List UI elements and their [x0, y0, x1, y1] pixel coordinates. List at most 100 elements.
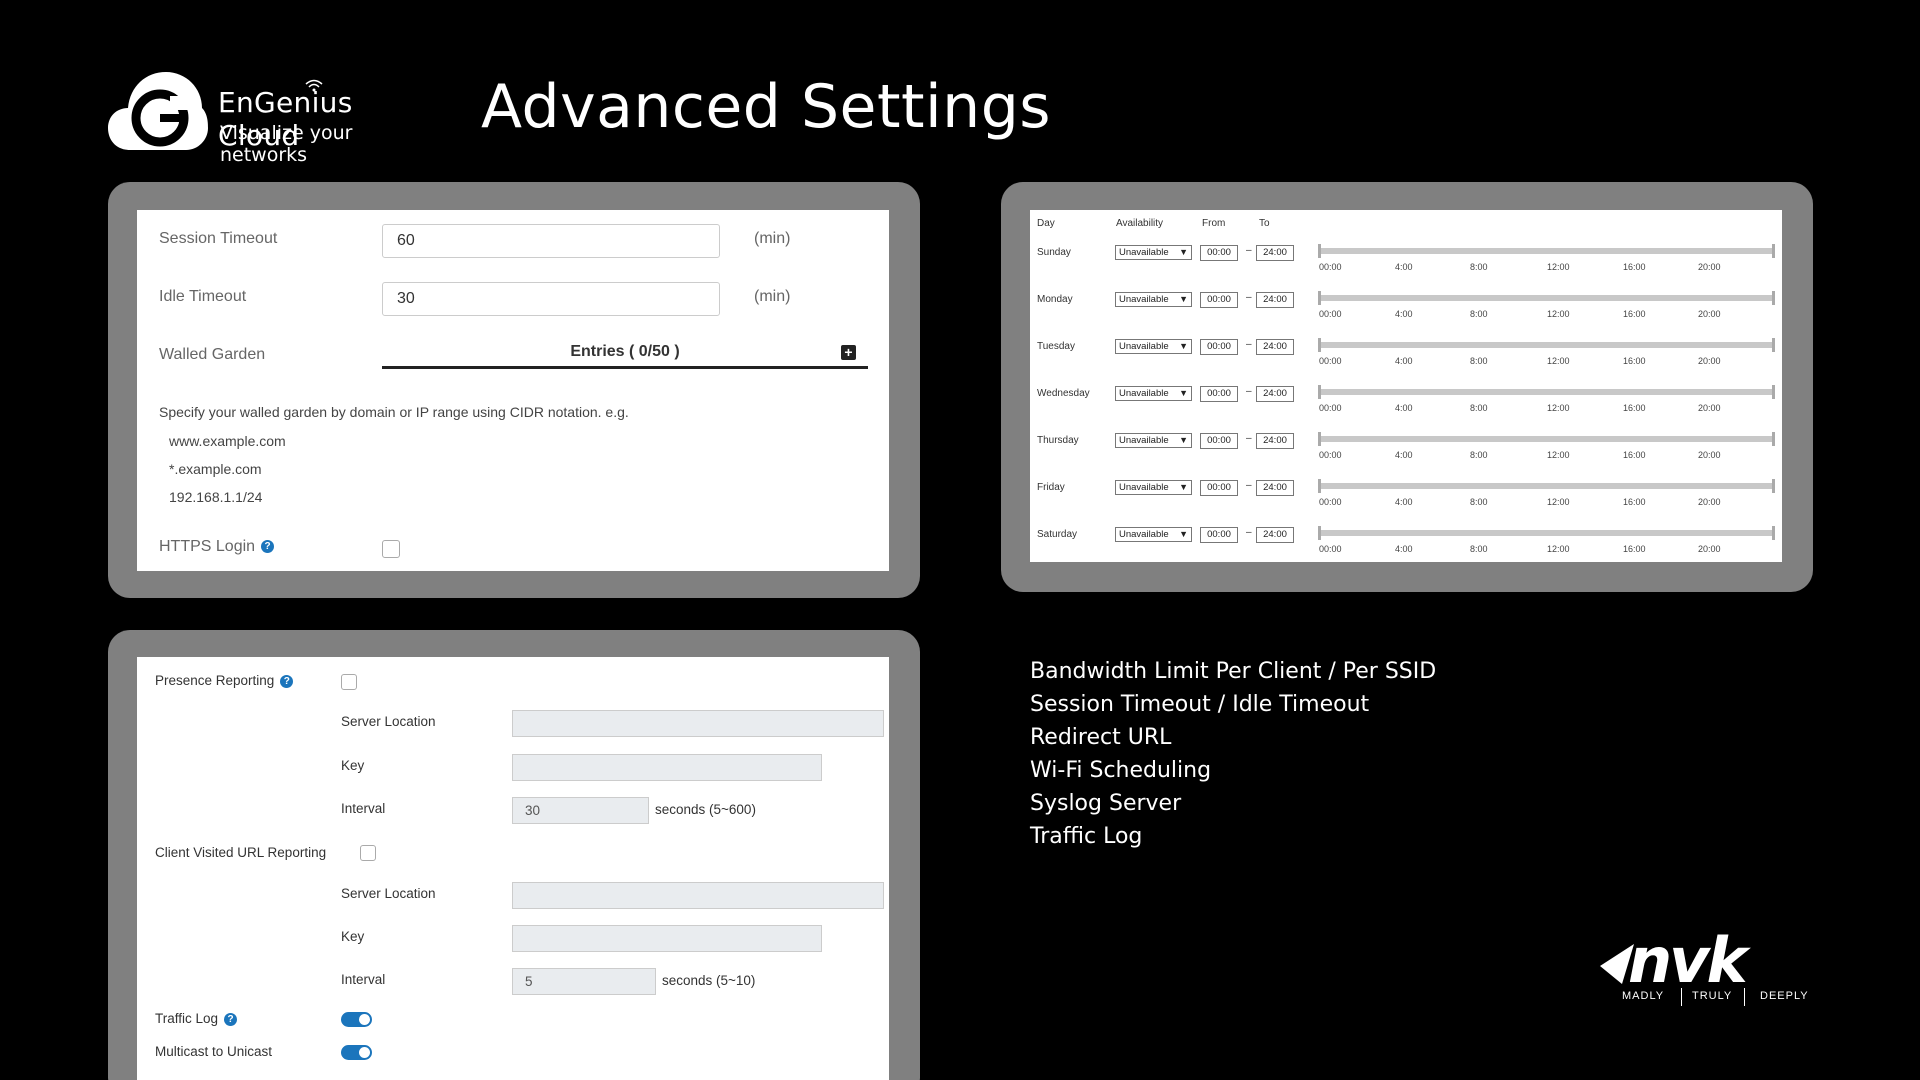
plus-square-icon[interactable]: +: [841, 345, 856, 360]
availability-select[interactable]: Unavailable ▼: [1115, 245, 1192, 260]
availability-select[interactable]: Unavailable ▼: [1115, 433, 1192, 448]
time-tick-label: 00:00: [1319, 309, 1342, 319]
schedule-slider-track[interactable]: [1319, 248, 1774, 254]
schedule-slider-track[interactable]: [1319, 530, 1774, 536]
server-location-label: Server Location: [341, 714, 436, 729]
slider-handle-start[interactable]: [1318, 338, 1321, 352]
to-time-input[interactable]: 24:00: [1256, 292, 1294, 308]
help-icon[interactable]: ?: [224, 1012, 238, 1026]
reporting-panel: Presence Reporting? Server Location Key …: [137, 657, 889, 1080]
slider-handle-end[interactable]: [1772, 385, 1775, 399]
session-timeout-label: Session Timeout: [159, 230, 278, 247]
availability-select[interactable]: Unavailable ▼: [1115, 386, 1192, 401]
time-tick-label: 20:00: [1698, 356, 1721, 366]
chevron-down-icon: ▼: [1179, 482, 1188, 492]
chevron-down-icon: ▼: [1179, 247, 1188, 257]
to-time-input[interactable]: 24:00: [1256, 245, 1294, 261]
nvk-tag: DEEPLY: [1760, 990, 1809, 1002]
nvk-separator: [1744, 988, 1745, 1006]
to-time-input[interactable]: 24:00: [1256, 480, 1294, 496]
schedule-slider-track[interactable]: [1319, 436, 1774, 442]
idle-timeout-label: Idle Timeout: [159, 288, 247, 305]
schedule-slider-track[interactable]: [1319, 389, 1774, 395]
walled-garden-example: 192.168.1.1/24: [169, 489, 263, 505]
availability-select[interactable]: Unavailable ▼: [1115, 480, 1192, 495]
time-tick-label: 00:00: [1319, 262, 1342, 272]
availability-select[interactable]: Unavailable ▼: [1115, 292, 1192, 307]
feature-item: Bandwidth Limit Per Client / Per SSID: [1030, 659, 1437, 684]
feature-list: Bandwidth Limit Per Client / Per SSID Se…: [1030, 655, 1436, 853]
availability-select[interactable]: Unavailable ▼: [1115, 527, 1192, 542]
url-interval-input[interactable]: 5: [512, 968, 656, 995]
schedule-slider-track[interactable]: [1319, 483, 1774, 489]
slider-handle-start[interactable]: [1318, 385, 1321, 399]
from-time-input[interactable]: 00:00: [1200, 292, 1238, 308]
presence-interval-input[interactable]: 30: [512, 797, 649, 824]
multicast-toggle[interactable]: [341, 1045, 372, 1060]
time-tick-label: 4:00: [1395, 544, 1413, 554]
time-tick-label: 16:00: [1623, 403, 1646, 413]
availability-select[interactable]: Unavailable ▼: [1115, 339, 1192, 354]
slider-handle-start[interactable]: [1318, 526, 1321, 540]
walled-garden-entries: Entries ( 0/50 ): [570, 343, 680, 360]
https-login-label: HTTPS Login?: [159, 538, 275, 556]
multicast-label: Multicast to Unicast: [155, 1044, 273, 1059]
feature-item: Redirect URL: [1030, 725, 1172, 750]
nvk-tag: TRULY: [1692, 990, 1733, 1002]
presence-server-location-input[interactable]: [512, 710, 884, 737]
slider-handle-end[interactable]: [1772, 291, 1775, 305]
idle-timeout-unit: (min): [754, 288, 791, 305]
walled-garden-tab[interactable]: Entries ( 0/50 ) +: [382, 337, 868, 369]
availability-value: Unavailable: [1119, 247, 1169, 258]
url-interval-unit: seconds (5~10): [662, 973, 756, 988]
schedule-row: Tuesday Unavailable ▼ 00:00–24:00 00:00 4:00 8…: [1030, 328, 1782, 375]
slider-handle-end[interactable]: [1772, 526, 1775, 540]
to-time-input[interactable]: 24:00: [1256, 527, 1294, 543]
slider-handle-start[interactable]: [1318, 432, 1321, 446]
time-tick-label: 00:00: [1319, 450, 1342, 460]
schedule-row: Monday Unavailable ▼ 00:00–24:00 00:00 4:00 8:…: [1030, 281, 1782, 328]
to-time-input[interactable]: 24:00: [1256, 339, 1294, 355]
time-tick-label: 8:00: [1470, 262, 1488, 272]
presence-key-input[interactable]: [512, 754, 822, 781]
from-time-input[interactable]: 00:00: [1200, 245, 1238, 261]
from-time-input[interactable]: 00:00: [1200, 339, 1238, 355]
presence-reporting-checkbox[interactable]: [341, 674, 357, 690]
url-key-input[interactable]: [512, 925, 822, 952]
brand-tagline: Visualize your networks: [220, 122, 353, 166]
day-name: Friday: [1037, 482, 1065, 493]
slider-handle-end[interactable]: [1772, 479, 1775, 493]
key-label: Key: [341, 929, 365, 944]
time-tick-label: 00:00: [1319, 497, 1342, 507]
from-header: From: [1202, 218, 1226, 229]
slider-handle-end[interactable]: [1772, 244, 1775, 258]
https-login-checkbox[interactable]: [382, 540, 400, 558]
traffic-log-label: Traffic Log?: [155, 1011, 238, 1026]
slider-handle-end[interactable]: [1772, 432, 1775, 446]
slider-handle-end[interactable]: [1772, 338, 1775, 352]
slider-handle-start[interactable]: [1318, 244, 1321, 258]
help-icon[interactable]: ?: [261, 540, 275, 554]
from-time-input[interactable]: 00:00: [1200, 527, 1238, 543]
from-time-input[interactable]: 00:00: [1200, 386, 1238, 402]
session-timeout-input[interactable]: 60: [382, 224, 720, 258]
schedule-slider-track[interactable]: [1319, 295, 1774, 301]
time-tick-label: 20:00: [1698, 497, 1721, 507]
url-reporting-checkbox[interactable]: [360, 845, 376, 861]
idle-timeout-input[interactable]: 30: [382, 282, 720, 316]
chevron-down-icon: ▼: [1179, 435, 1188, 445]
from-time-input[interactable]: 00:00: [1200, 433, 1238, 449]
url-server-location-input[interactable]: [512, 882, 884, 909]
help-icon[interactable]: ?: [280, 674, 294, 688]
traffic-log-toggle[interactable]: [341, 1012, 372, 1027]
slider-handle-start[interactable]: [1318, 479, 1321, 493]
schedule-slider-track[interactable]: [1319, 342, 1774, 348]
to-time-input[interactable]: 24:00: [1256, 433, 1294, 449]
time-tick-label: 8:00: [1470, 544, 1488, 554]
to-time-input[interactable]: 24:00: [1256, 386, 1294, 402]
chevron-down-icon: ▼: [1179, 341, 1188, 351]
traffic-log-text: Traffic Log: [155, 1011, 219, 1026]
from-time-input[interactable]: 00:00: [1200, 480, 1238, 496]
range-dash: –: [1246, 433, 1252, 444]
slider-handle-start[interactable]: [1318, 291, 1321, 305]
